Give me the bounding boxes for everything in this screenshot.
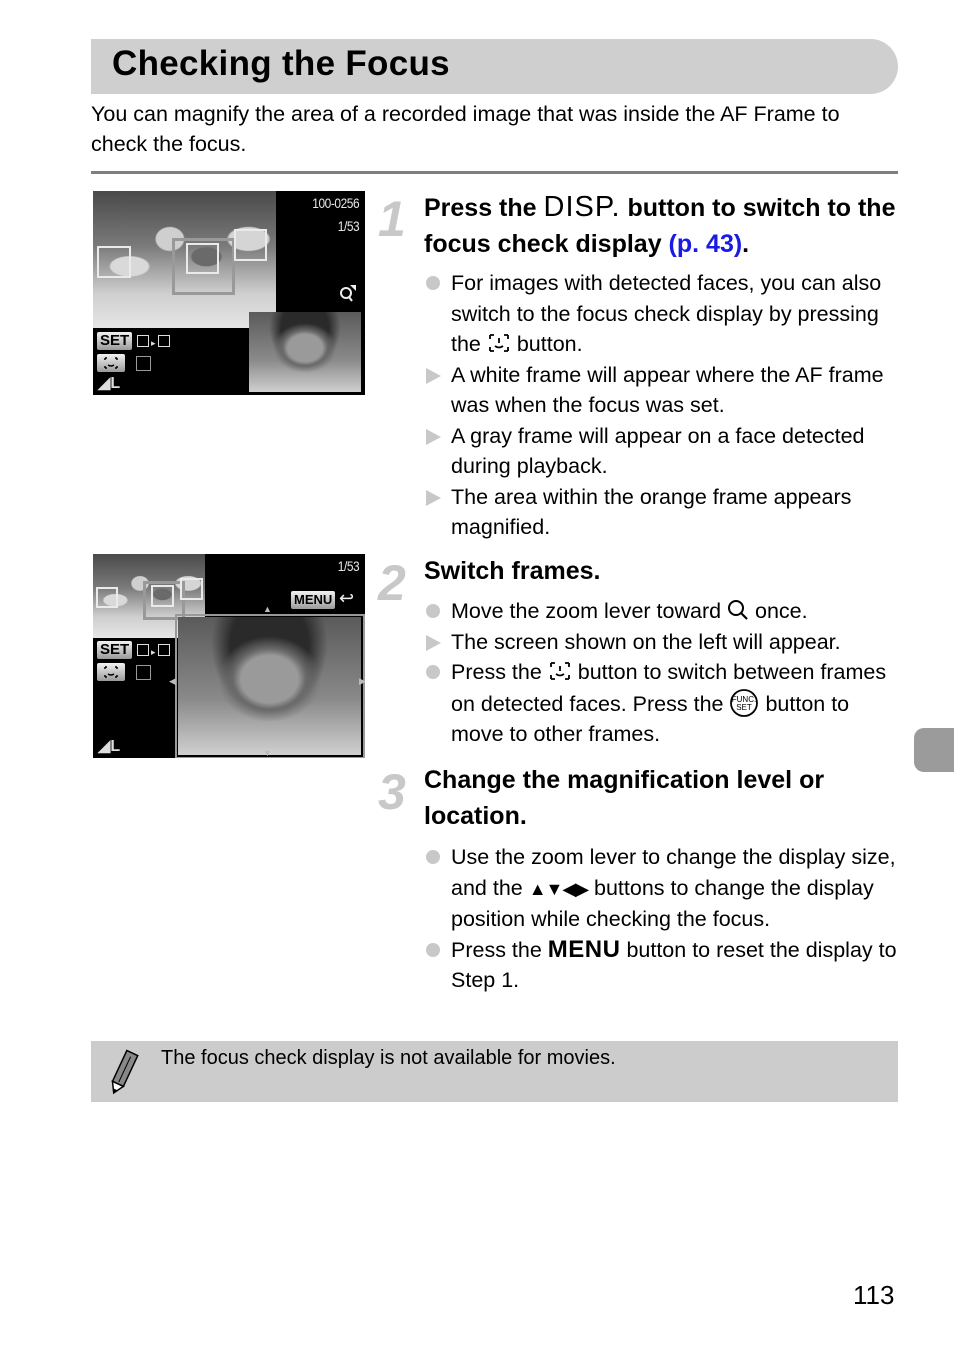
bullet-dot-icon xyxy=(426,604,440,618)
camera-screen-1: 100-0256 1/53 SET ▸ ◢L xyxy=(93,191,365,395)
face-select-icon xyxy=(488,334,509,352)
face-frame xyxy=(97,246,131,278)
camera-screen-2: 1/53 MENU ↩ ▲ ▼ ◀ ▶ SET ▸ ◢L xyxy=(93,554,365,758)
bullet-triangle-icon xyxy=(426,489,441,506)
frame-square-icon xyxy=(158,644,170,656)
step-number-2: 2 xyxy=(378,555,406,611)
magnify-icon xyxy=(340,285,356,302)
set-key: SET xyxy=(97,332,133,350)
magnified-face xyxy=(249,312,361,392)
left-arrow-icon: ◀ xyxy=(169,676,176,686)
face-select-icon xyxy=(549,662,570,680)
bullet-dot-icon xyxy=(426,850,440,864)
face-frame xyxy=(186,243,219,274)
set-key: SET xyxy=(97,641,133,659)
bullet-triangle-icon xyxy=(426,367,441,384)
bullet-dot-icon xyxy=(426,276,440,290)
frame-square-icon xyxy=(137,335,149,347)
disp-button-glyph: DISP. xyxy=(543,191,621,223)
arrow-icon: ▸ xyxy=(151,338,156,348)
return-icon: ↩ xyxy=(339,588,355,608)
list-item: For images with detected faces, you can … xyxy=(424,268,904,360)
list-item: Press the MENU button to reset the displ… xyxy=(424,935,904,996)
zoom-corner-frame xyxy=(175,614,365,758)
step-1-heading: Press the DISP. button to switch to the … xyxy=(424,191,896,258)
chapter-tab xyxy=(914,728,954,772)
step-2-heading: Switch frames. xyxy=(424,557,601,585)
bullet-dot-icon xyxy=(426,942,440,957)
page-number: 113 xyxy=(853,1280,895,1310)
menu-key: MENU xyxy=(291,591,336,609)
arrow-keys-icon: ▲▼◀▶ xyxy=(528,878,589,899)
list-item: Move the zoom lever toward once. xyxy=(424,596,904,627)
note-box: The focus check display is not available… xyxy=(91,1041,898,1102)
face-frame xyxy=(151,585,174,607)
step-3-bullets: Use the zoom lever to change the display… xyxy=(424,842,904,996)
step-number-3: 3 xyxy=(378,764,406,820)
bullet-triangle-icon xyxy=(426,428,441,445)
arrow-icon: ▸ xyxy=(151,647,156,657)
title-bar: Checking the Focus xyxy=(91,39,898,94)
func-set-icon: FUNC.SET xyxy=(730,688,759,717)
bullet-dot-icon xyxy=(426,665,440,679)
magnify-icon xyxy=(728,600,748,620)
image-size-icon: ◢L xyxy=(98,375,121,392)
face-icon xyxy=(136,665,151,680)
face-select-key xyxy=(97,354,125,372)
step-number-1: 1 xyxy=(378,191,406,247)
pencil-icon xyxy=(111,1049,139,1095)
image-count: 1/53 xyxy=(337,218,360,234)
step-1-bullets: For images with detected faces, you can … xyxy=(424,268,904,543)
list-item: A gray frame will appear on a face detec… xyxy=(424,421,904,482)
list-item: A white frame will appear where the AF f… xyxy=(424,360,904,421)
list-item: The screen shown on the left will appear… xyxy=(424,627,904,658)
image-size-icon: ◢L xyxy=(98,738,121,755)
right-arrow-icon: ▶ xyxy=(359,676,365,686)
face-frame xyxy=(180,578,203,600)
face-frame xyxy=(234,229,267,261)
page-link[interactable]: (p. 43) xyxy=(669,230,743,258)
svg-text:SET: SET xyxy=(737,703,753,712)
list-item: Use the zoom lever to change the display… xyxy=(424,842,904,935)
menu-button-glyph: MENU xyxy=(547,935,621,963)
frame-square-icon xyxy=(158,335,170,347)
intro-text: You can magnify the area of a recorded i… xyxy=(91,102,840,156)
up-arrow-icon: ▲ xyxy=(263,604,272,614)
bullet-triangle-icon xyxy=(426,634,441,651)
step-2-bullets: Move the zoom lever toward once. The scr… xyxy=(424,596,904,750)
page-title: Checking the Focus xyxy=(112,44,450,83)
frame-square-icon xyxy=(137,644,149,656)
list-item: The area within the orange frame appears… xyxy=(424,482,904,543)
face-icon xyxy=(136,356,151,371)
face-frame xyxy=(96,587,118,608)
step-3-heading: Change the magnification level or locati… xyxy=(424,766,825,830)
note-text: The focus check display is not available… xyxy=(161,1047,616,1069)
divider xyxy=(91,171,898,174)
image-count: 1/53 xyxy=(337,558,360,574)
down-arrow-icon: ▼ xyxy=(263,748,272,758)
list-item: Press the button to switch between frame… xyxy=(424,657,904,750)
face-select-key xyxy=(97,663,125,681)
file-number: 100-0256 xyxy=(312,195,359,211)
